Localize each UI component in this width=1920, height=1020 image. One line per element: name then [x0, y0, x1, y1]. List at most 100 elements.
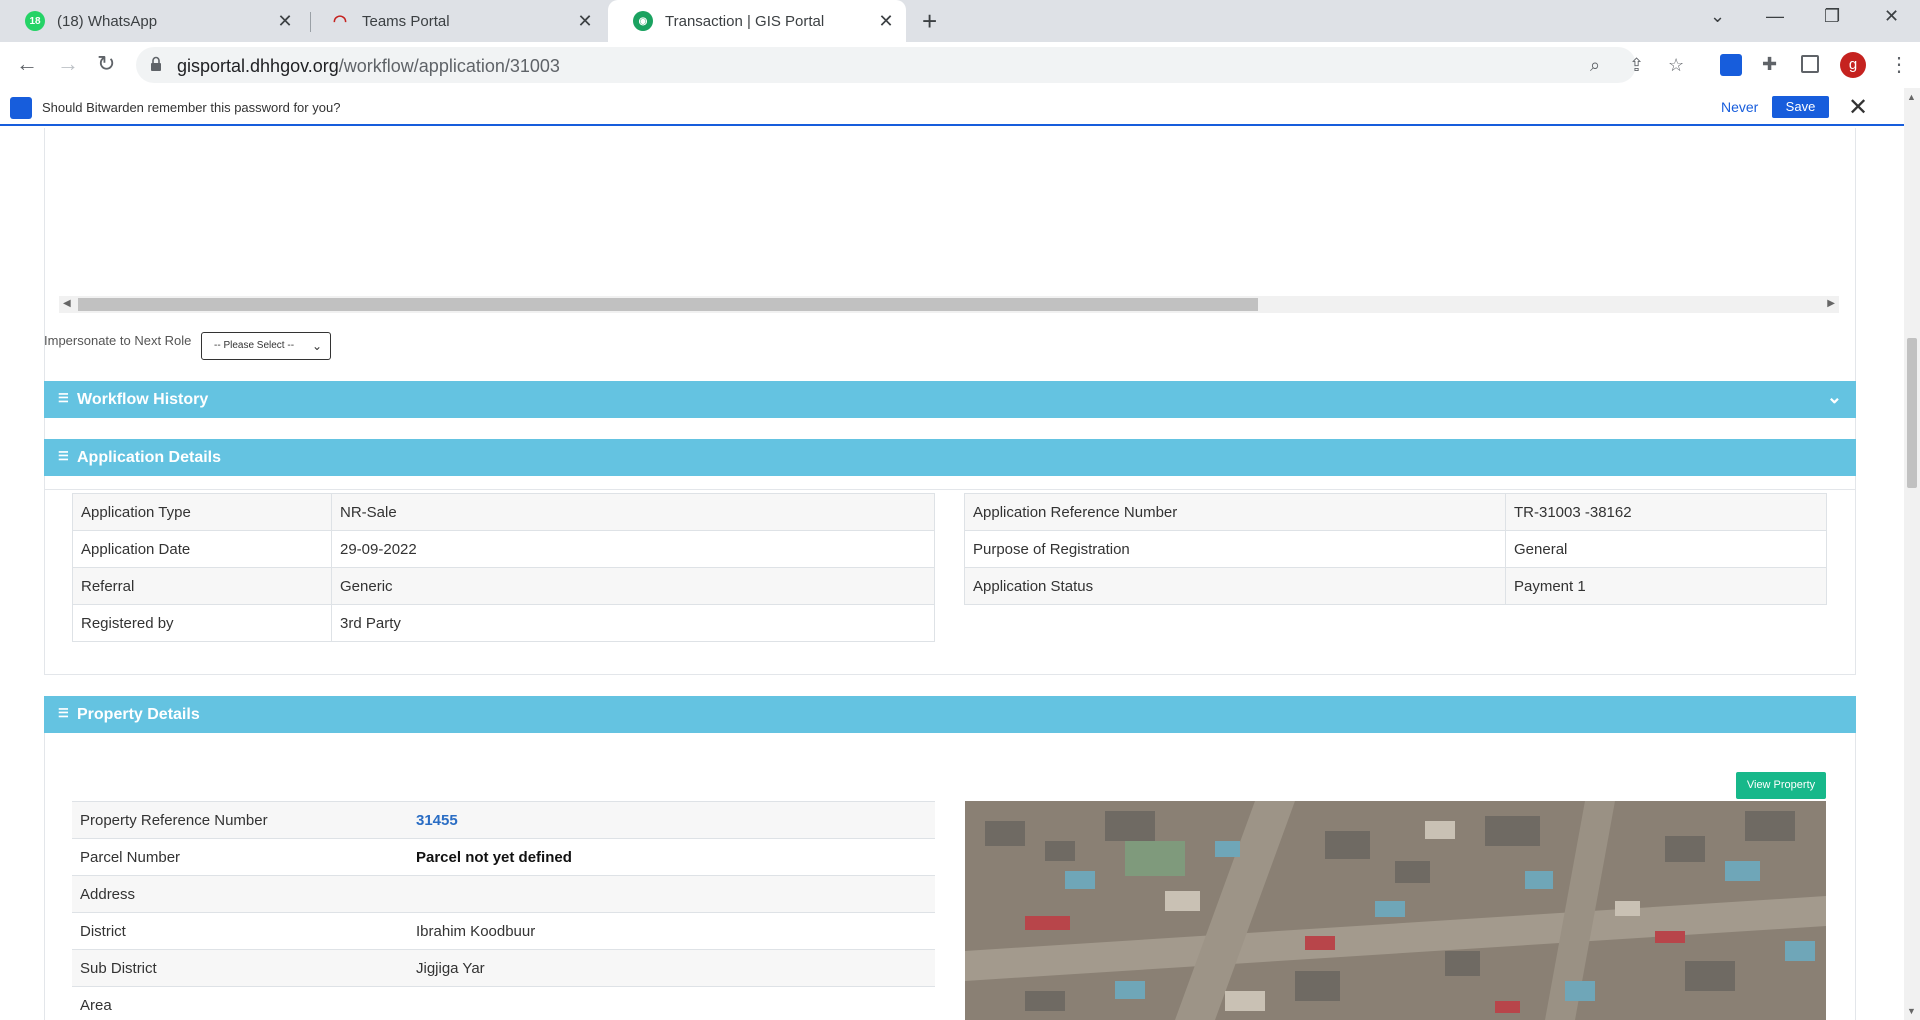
table-row: Property Reference Number 31455	[72, 801, 935, 839]
minimize-button[interactable]: —	[1766, 6, 1784, 27]
section-title: Property Details	[77, 706, 200, 723]
table-row: Purpose of Registration General	[964, 530, 1827, 568]
page-scrollbar[interactable]: ▲ ▼	[1904, 88, 1920, 1020]
satellite-imagery	[965, 801, 1826, 1020]
table-row: Registered by 3rd Party	[72, 604, 935, 642]
tab-title: Teams Portal	[362, 12, 450, 30]
restore-button[interactable]: ❐	[1824, 6, 1840, 27]
whatsapp-icon: 18	[25, 11, 45, 31]
field-value: General	[1505, 530, 1827, 568]
field-label: District	[72, 912, 408, 950]
field-value: Ibrahim Koodbuur	[408, 912, 935, 950]
view-property-button[interactable]: View Property	[1736, 772, 1826, 799]
table-row: Application Type NR-Sale	[72, 493, 935, 531]
table-row: Application Status Payment 1	[964, 567, 1827, 605]
table-row: Application Reference Number TR-31003 -3…	[964, 493, 1827, 531]
table-row: Area	[72, 986, 935, 1020]
application-details-left-table: Application Type NR-Sale Application Dat…	[72, 493, 935, 642]
back-button[interactable]: ←	[16, 52, 38, 76]
scroll-right-arrow-icon[interactable]: ▶	[1827, 298, 1835, 309]
field-label: Referral	[72, 567, 332, 605]
table-row: Application Date 29-09-2022	[72, 530, 935, 568]
field-value: TR-31003 -38162	[1505, 493, 1827, 531]
field-value	[408, 986, 935, 1020]
field-value: Jigjiga Yar	[408, 949, 935, 987]
field-label: Application Type	[72, 493, 332, 531]
tab-gis-portal[interactable]: ◉ Transaction | GIS Portal ✕	[608, 0, 906, 42]
field-value: Parcel not yet defined	[408, 838, 935, 876]
bookmark-star-icon[interactable]: ☆	[1668, 55, 1684, 76]
url-text: gisportal.dhhgov.org/workflow/applicatio…	[177, 56, 560, 77]
field-label: Property Reference Number	[72, 801, 408, 839]
close-tab-icon[interactable]: ✕	[575, 11, 595, 31]
close-window-button[interactable]: ✕	[1884, 6, 1899, 27]
horizontal-scrollbar-thumb[interactable]	[78, 298, 1258, 311]
table-row: Referral Generic	[72, 567, 935, 605]
tab-title: (18) WhatsApp	[57, 12, 158, 30]
table-row: District Ibrahim Koodbuur	[72, 912, 935, 950]
tab-whatsapp[interactable]: 18 (18) WhatsApp ✕	[0, 0, 305, 42]
impersonate-selected-value: -- Please Select --	[214, 340, 295, 351]
property-details-header: ☰ Property Details	[44, 696, 1856, 733]
teams-portal-icon: ◠	[333, 13, 347, 30]
table-row: Sub District Jigjiga Yar	[72, 949, 935, 987]
browser-toolbar: ← → ↻ gisportal.dhhgov.org/workflow/appl…	[0, 42, 1920, 88]
horizontal-scrollbar[interactable]: ◀ ▶	[59, 296, 1839, 313]
tab-title: Transaction | GIS Portal	[665, 12, 825, 30]
bitwarden-logo-icon	[10, 97, 32, 119]
field-label: Address	[72, 875, 408, 913]
scroll-up-arrow-icon[interactable]: ▲	[1907, 92, 1916, 102]
field-value: Payment 1	[1505, 567, 1827, 605]
field-value	[408, 875, 935, 913]
bitwarden-prompt: Should Bitwarden remember this password …	[42, 100, 341, 115]
field-label: Sub District	[72, 949, 408, 987]
url-path: /workflow/application/31003	[338, 56, 560, 76]
field-label: Parcel Number	[72, 838, 408, 876]
extensions-puzzle-icon[interactable]: ✚	[1762, 54, 1777, 75]
property-reference-link[interactable]: 31455	[408, 801, 935, 839]
list-icon: ☰	[58, 391, 69, 405]
property-satellite-map[interactable]	[965, 801, 1826, 1020]
tab-teams-portal[interactable]: ◠ Teams Portal ✕	[305, 0, 605, 42]
address-bar[interactable]: gisportal.dhhgov.org/workflow/applicatio…	[136, 47, 1684, 83]
chevron-down-icon[interactable]: ⌄	[1827, 387, 1842, 408]
field-label: Application Date	[72, 530, 332, 568]
tab-search-icon[interactable]: ⌄	[1710, 6, 1725, 27]
side-panel-icon[interactable]	[1801, 55, 1819, 73]
close-tab-icon[interactable]: ✕	[275, 11, 295, 31]
profile-avatar[interactable]: g	[1840, 52, 1866, 78]
section-title: Application Details	[77, 449, 222, 466]
field-label: Area	[72, 986, 408, 1020]
close-tab-icon[interactable]: ✕	[876, 11, 896, 31]
share-icon[interactable]: ⇪	[1629, 55, 1644, 76]
browser-menu-icon[interactable]: ⋮	[1889, 52, 1909, 77]
new-tab-button[interactable]: +	[922, 8, 937, 34]
field-value: 3rd Party	[331, 604, 935, 642]
forward-button[interactable]: →	[57, 52, 79, 76]
impersonate-label: Impersonate to Next Role	[44, 333, 192, 348]
zoom-icon[interactable]: ⌕	[1590, 55, 1600, 76]
field-value: NR-Sale	[331, 493, 935, 531]
list-icon: ☰	[58, 449, 69, 463]
scrollbar-thumb[interactable]	[1907, 338, 1917, 488]
workflow-history-header[interactable]: ☰ Workflow History ⌄	[44, 381, 1856, 418]
property-details-table: Property Reference Number 31455 Parcel N…	[72, 801, 935, 1020]
field-value: Generic	[331, 567, 935, 605]
impersonate-role-select[interactable]: -- Please Select -- ⌄	[201, 332, 331, 360]
reload-button[interactable]: ↻	[97, 52, 115, 76]
close-icon[interactable]: ✕	[1848, 93, 1868, 122]
lock-icon	[151, 56, 161, 71]
list-icon: ☰	[58, 706, 69, 720]
scroll-left-arrow-icon[interactable]: ◀	[63, 298, 71, 309]
field-value: 29-09-2022	[331, 530, 935, 568]
bitwarden-extension-icon[interactable]	[1720, 54, 1742, 76]
application-details-header: ☰ Application Details	[44, 439, 1856, 476]
field-label: Registered by	[72, 604, 332, 642]
never-button[interactable]: Never	[1721, 99, 1758, 115]
scroll-down-arrow-icon[interactable]: ▼	[1907, 1006, 1916, 1016]
field-label: Purpose of Registration	[964, 530, 1506, 568]
gis-portal-icon: ◉	[633, 11, 653, 31]
tab-strip: 18 (18) WhatsApp ✕ ◠ Teams Portal ✕ ◉ Tr…	[0, 0, 1920, 42]
save-password-button[interactable]: Save	[1772, 96, 1829, 118]
field-label: Application Status	[964, 567, 1506, 605]
